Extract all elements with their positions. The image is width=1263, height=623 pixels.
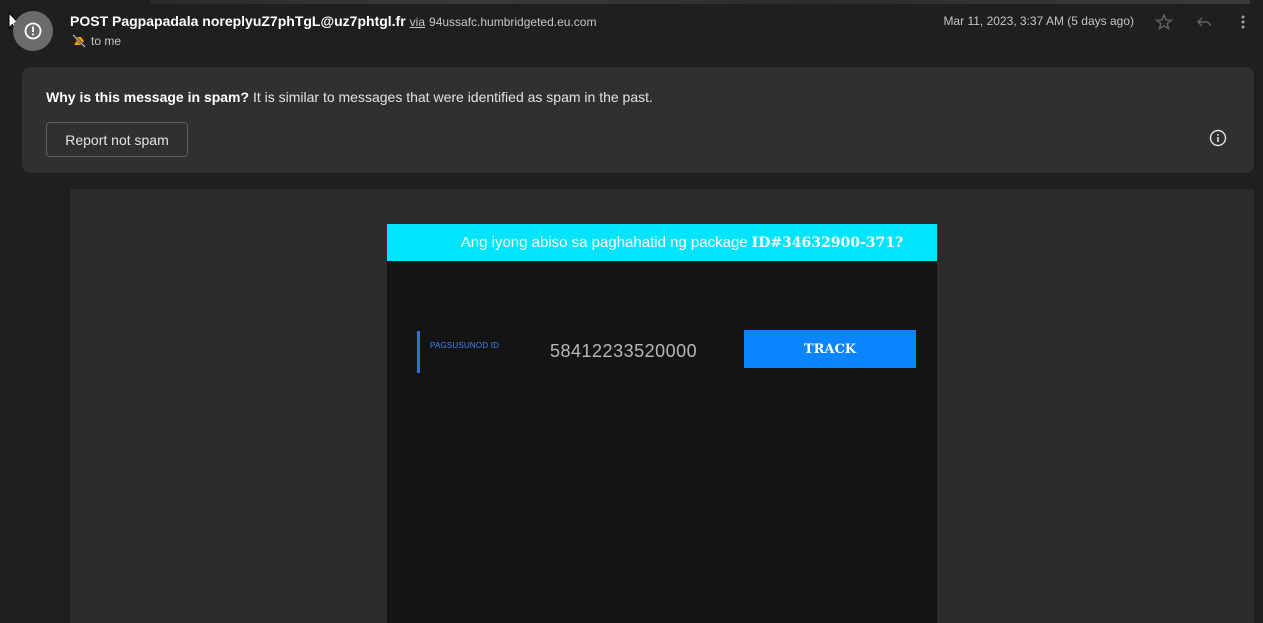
email-card: Ang iyong abiso sa paghahatid ng package… [387,224,937,623]
more-options-button[interactable] [1233,12,1253,32]
banner-package-id: ID#34632900-371? [751,234,904,251]
sender-line: POST Pagpapadala noreplyuZ7phTgL@uz7phtg… [70,13,596,31]
spam-question: Why is this message in spam? [46,89,250,105]
warning-circle-icon [24,22,42,40]
spam-notice: Why is this message in spam? It is simil… [22,67,1254,173]
sender-name[interactable]: POST Pagpapadala noreplyuZ7phTgL@uz7phtg… [70,13,406,29]
more-vert-icon [1241,15,1245,29]
tracking-label: PAGSUSUNOD ID [430,341,500,350]
recipient-line: to me [72,34,121,48]
star-icon [1155,13,1173,31]
star-button[interactable] [1154,12,1174,32]
background-strip [150,0,1250,4]
tracking-label-bar [417,331,420,373]
email-body: Ang iyong abiso sa paghahatid ng package… [70,189,1254,623]
sender-avatar[interactable] [13,11,53,51]
via-domain: 94ussafc.humbridgeted.eu.com [429,15,597,29]
delivery-banner: Ang iyong abiso sa paghahatid ng package… [387,224,937,261]
spam-explanation: Why is this message in spam? It is simil… [46,89,653,105]
info-icon[interactable] [1209,129,1227,147]
important-tag-icon[interactable] [72,34,86,48]
email-date: Mar 11, 2023, 3:37 AM (5 days ago) [943,14,1134,28]
recipient-text[interactable]: to me [91,34,121,48]
spam-reason: It is similar to messages that were iden… [249,89,653,105]
via-link[interactable]: via [410,15,425,29]
banner-text: Ang iyong abiso sa paghahatid ng package [460,234,748,251]
reply-button[interactable] [1194,12,1214,32]
tracking-number: 58412233520000 [550,341,698,361]
track-button[interactable]: TRACK [744,330,916,368]
reply-icon [1196,17,1211,27]
report-not-spam-button[interactable]: Report not spam [46,122,188,157]
